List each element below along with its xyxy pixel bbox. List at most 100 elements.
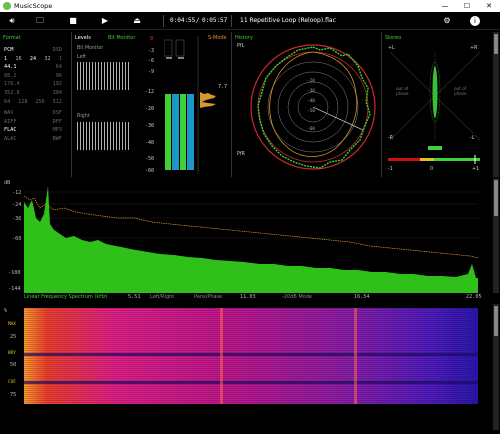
file-format-row: WAV DSF [4,109,62,118]
transport-toolbar: 🔊︎ 🗀︎ ■ ▶ ⏏ 0:04:55 / 0:05:57 11 Repetit… [0,12,500,30]
meter-bar-right-rms [187,94,194,170]
spectrum-x-tick: 5.51 [128,294,141,300]
format-cell: 192 [52,81,62,88]
right-bit-monitor [77,122,129,150]
stop-button[interactable]: ■ [68,14,78,28]
window-title: MusicScope [14,2,53,10]
format-cell: DSF [52,110,62,117]
s-mode-label[interactable]: S-Mode [208,35,227,41]
format-cell: ALAC [4,135,17,142]
eject-button[interactable]: ⏏ [132,14,142,28]
correlation-indicator [428,146,442,150]
scrollbar-thumb[interactable] [494,34,498,54]
file-format-row: ALAC BWF [4,135,62,144]
left-channel-label: Left [77,55,87,60]
right-channel-label: Right [77,114,90,119]
level-scale-main: -20 [145,106,155,112]
spectrogram-y-tick: 50 [10,362,17,368]
meter-bar-right-peak [180,94,186,170]
format-cell: WAV [4,110,14,117]
format-panel: Format PCM DSD 1 16 24 32 1 44.1 64 88.2 9… [0,32,72,177]
samplerate-row: 88.2 96 [4,72,62,81]
top-panels-scrollbar[interactable] [493,32,499,177]
window-titlebar: MusicScope — ☐ ✕ [0,0,500,12]
format-header-row: PCM DSD [4,46,62,55]
spectrum-y-tick: -100 [8,270,21,276]
level-scale-main: -50 [145,156,155,162]
format-cell: BWF [52,135,62,142]
settings-gear-icon[interactable]: ⚙ [442,14,452,28]
play-button[interactable]: ▶ [100,14,110,28]
spectrogram-heatmap [24,308,478,434]
spectrum-plot [24,186,478,293]
spectrogram-band [24,353,478,356]
pcm-label: PCM [4,47,14,53]
history-r-label: PfR [237,152,245,157]
format-cell: MP3 [52,127,62,134]
file-format-row: AIFF DFF [4,118,62,127]
format-cell: 24 [29,55,37,62]
bit-monitor-tab[interactable]: Bit Monitor [108,35,135,41]
volume-icon[interactable]: 🔊︎ [6,14,18,28]
spectrum-y-tick: -36 [12,216,22,222]
maximize-button[interactable]: ☐ [456,0,478,12]
correlation-meter [388,146,480,164]
spectrum-mode-left-right[interactable]: Left/Right [150,294,174,300]
format-cell: 384 [52,89,62,96]
spectrum-x-tick: 11.03 [240,294,256,300]
spectrum-y-tick: -12 [12,190,22,196]
format-cell: 64 [4,98,11,105]
format-cell: 1 [4,55,8,62]
spectrum-x-tick: 16.54 [354,294,370,300]
correlation-bar-positive [434,158,480,161]
samplerate-row: 44.1 64 [4,63,62,72]
format-cell: 32 [44,55,51,62]
level-scale-main: -12 [145,89,155,95]
open-folder-icon[interactable]: 🗀︎ [34,14,46,28]
spectrum-mode-20db[interactable]: -20dB Mode [282,294,312,300]
spectrum-y-tick: -60 [12,236,22,242]
history-polar-plot [250,44,376,170]
spectrum-scrollbar[interactable] [493,178,499,293]
file-format-row: FLAC MP3 [4,126,62,135]
spectrum-x-tick: 22.05 [466,294,482,300]
bitdepth-row: 1 16 24 32 1 [4,55,62,64]
stereo-goniometer [390,52,480,140]
time-elapsed: 0:04:55 [170,17,196,24]
spectrogram-transient [220,308,223,404]
spectrogram-transient [354,308,357,404]
time-total: 0:05:57 [202,17,228,24]
spectrum-y-tick: -144 [8,286,21,292]
spectrogram-empty-area [24,404,478,434]
format-cell: 1 [58,55,62,62]
level-scale-top: 0 [150,36,154,42]
meter-bar-left-rms [172,94,179,170]
app-logo-icon [3,2,11,10]
spectrum-y-tick: -24 [12,202,22,208]
minimize-button[interactable]: — [434,0,456,12]
spectrum-mode-title[interactable]: Linear Frequency Spectrum (kHz) [24,294,108,300]
history-panel-title: History [235,35,253,41]
format-cell: 128 [18,98,28,105]
spectrogram-scrollbar[interactable] [493,304,499,430]
level-scale-top: -9 [148,69,155,75]
scrollbar-thumb[interactable] [494,306,498,336]
correlation-label-pos: +1 [472,167,480,172]
peak-top-frame [175,39,185,57]
spectrogram-side-label: COF [8,380,16,385]
spectrum-mode-pans-phase[interactable]: Pans/Phase [194,294,222,300]
history-trace-rms [269,51,358,157]
spectrogram-y-tick: 75 [10,392,17,398]
info-icon[interactable]: i [470,16,480,26]
meter-bar-left-peak [165,94,171,170]
scrollbar-thumb[interactable] [494,180,498,216]
samplerate-row: 352.8 384 [4,89,62,98]
stereo-axis-label: +L [388,46,395,51]
toolbar-divider [163,15,164,27]
format-cell: 88.2 [4,72,17,79]
format-cell: 96 [55,72,62,79]
s-mode-histogram [200,92,216,108]
levels-panel-title: Levels [75,35,91,41]
format-cell: FLAC [4,127,17,134]
close-button[interactable]: ✕ [478,0,500,12]
